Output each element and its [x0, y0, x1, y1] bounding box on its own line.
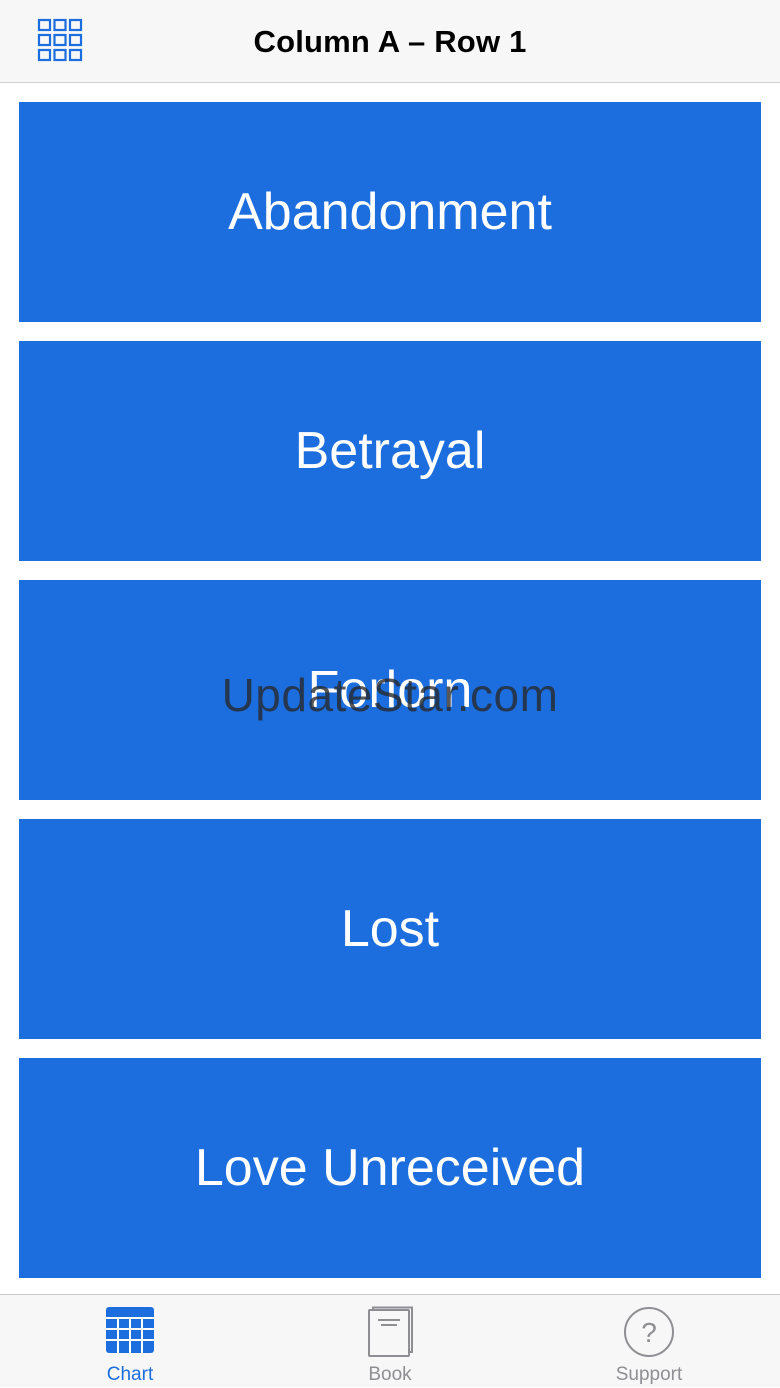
book-icon — [368, 1306, 413, 1357]
page-title: Column A – Row 1 — [253, 24, 527, 59]
list-item-forlorn[interactable]: Forlorn — [19, 580, 761, 800]
question-circle-icon: ? — [624, 1307, 674, 1357]
list-item-love-unreceived[interactable]: Love Unreceived — [19, 1058, 761, 1278]
feelings-list: Abandonment Betrayal Forlorn Lost Love U… — [19, 102, 761, 1297]
chart-grid-icon — [106, 1307, 154, 1353]
tab-chart[interactable]: Chart — [30, 1295, 230, 1388]
tab-chart-label: Chart — [106, 1364, 154, 1385]
tab-support[interactable]: ? Support — [549, 1295, 749, 1388]
tab-book[interactable]: Book — [290, 1295, 490, 1388]
list-item-lost[interactable]: Lost — [19, 819, 761, 1039]
list-item-label: Forlorn — [307, 661, 473, 719]
svg-text:?: ? — [641, 1317, 657, 1348]
tab-book-label: Book — [368, 1364, 412, 1385]
tab-bar: Chart Book ? Support — [0, 1294, 780, 1387]
list-item-label: Abandonment — [228, 183, 552, 241]
tab-support-label: Support — [615, 1364, 683, 1385]
list-item-abandonment[interactable]: Abandonment — [19, 102, 761, 322]
list-item-label: Love Unreceived — [194, 1139, 586, 1197]
navigation-bar: Column A – Row 1 — [0, 0, 780, 83]
list-item-betrayal[interactable]: Betrayal — [19, 341, 761, 561]
list-item-label: Betrayal — [294, 422, 486, 480]
list-item-label: Lost — [340, 900, 440, 958]
